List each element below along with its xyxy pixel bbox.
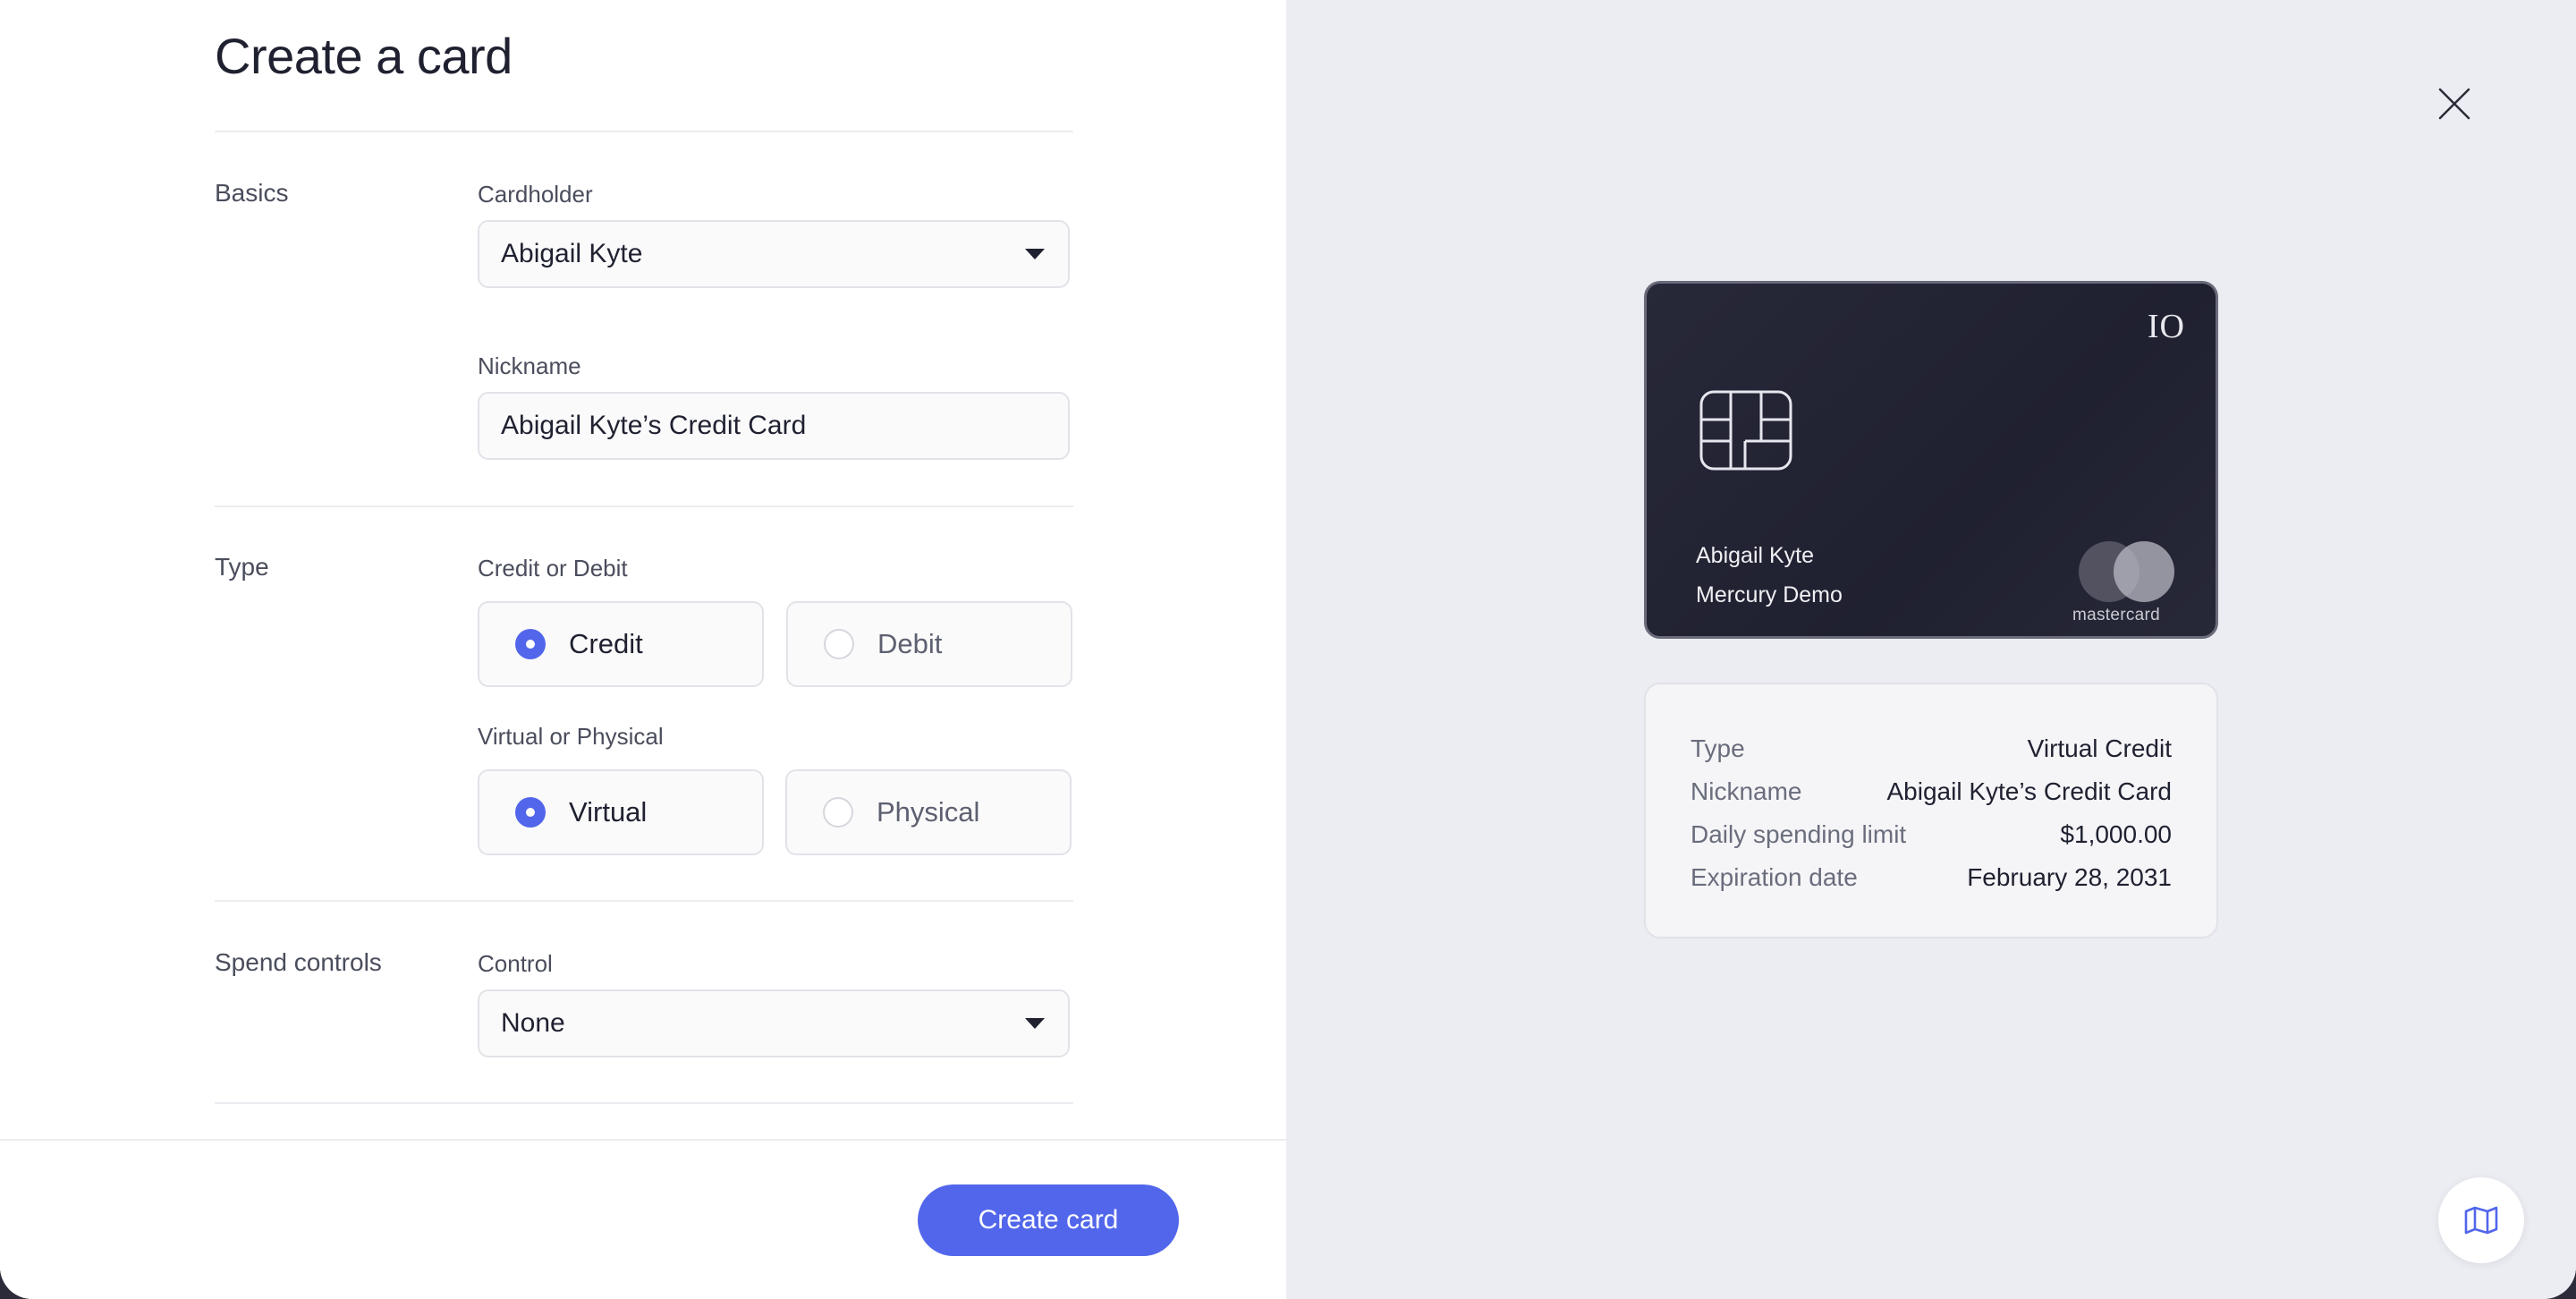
divider <box>215 131 1073 132</box>
cardholder-value: Abigail Kyte <box>501 239 643 268</box>
caret-down-icon <box>1025 1018 1045 1029</box>
create-card-modal: Create a card Basics Cardholder Abigail … <box>0 0 2576 1299</box>
map-icon <box>2464 1206 2498 1235</box>
radio-selected-icon <box>515 797 546 828</box>
virtual-option-label: Virtual <box>569 796 648 828</box>
summary-key: Nickname <box>1690 777 1802 805</box>
virtual-physical-label: Virtual or Physical <box>478 723 664 750</box>
cardholder-select[interactable]: Abigail Kyte <box>478 220 1070 288</box>
physical-option[interactable]: Physical <box>785 769 1072 855</box>
control-label: Control <box>478 950 553 977</box>
card-logo: IO <box>2147 308 2185 345</box>
summary-row-nickname: Nickname Abigail Kyte’s Credit Card <box>1690 770 2172 813</box>
section-label-type: Type <box>215 553 269 581</box>
card-preview: IO Abigail Kyte Mercury Demo mastercard <box>1644 281 2218 639</box>
summary-row-expiration: Expiration date February 28, 2031 <box>1690 856 2172 899</box>
card-summary: Type Virtual Credit Nickname Abigail Kyt… <box>1644 683 2218 938</box>
summary-row-daily-limit: Daily spending limit $1,000.00 <box>1690 813 2172 856</box>
summary-row-type: Type Virtual Credit <box>1690 727 2172 770</box>
section-label-spend-controls: Spend controls <box>215 948 382 976</box>
summary-key: Daily spending limit <box>1690 820 1907 848</box>
section-label-basics: Basics <box>215 179 289 207</box>
preview-panel <box>1286 0 2576 1299</box>
divider <box>215 900 1073 902</box>
physical-option-label: Physical <box>877 796 980 828</box>
summary-key: Type <box>1690 734 1745 762</box>
summary-value: February 28, 2031 <box>1967 863 2172 891</box>
page-title: Create a card <box>215 28 513 84</box>
caret-down-icon <box>1025 249 1045 259</box>
debit-option-label: Debit <box>877 628 943 659</box>
close-icon[interactable] <box>2436 86 2472 122</box>
summary-key: Expiration date <box>1690 863 1858 891</box>
map-button[interactable] <box>2438 1177 2524 1263</box>
create-card-button[interactable]: Create card <box>918 1184 1179 1256</box>
summary-value: Abigail Kyte’s Credit Card <box>1886 777 2172 805</box>
radio-unselected-icon <box>823 797 853 828</box>
divider <box>215 505 1073 507</box>
divider <box>215 1102 1073 1104</box>
radio-unselected-icon <box>824 629 854 659</box>
debit-option[interactable]: Debit <box>786 601 1072 687</box>
form-panel: Create a card Basics Cardholder Abigail … <box>0 0 1286 1299</box>
card-holder-name: Abigail Kyte <box>1696 543 1815 568</box>
cardholder-label: Cardholder <box>478 181 593 208</box>
virtual-option[interactable]: Virtual <box>478 769 764 855</box>
nickname-input[interactable]: Abigail Kyte’s Credit Card <box>478 392 1070 460</box>
chip-icon <box>1699 390 1792 471</box>
control-select[interactable]: None <box>478 989 1070 1057</box>
radio-selected-icon <box>515 629 546 659</box>
summary-value: Virtual Credit <box>2027 734 2172 762</box>
card-network: mastercard <box>2072 606 2161 624</box>
credit-option-label: Credit <box>569 628 643 659</box>
credit-debit-label: Credit or Debit <box>478 555 628 582</box>
summary-value: $1,000.00 <box>2060 820 2172 848</box>
nickname-value: Abigail Kyte’s Credit Card <box>501 411 807 440</box>
card-company: Mercury Demo <box>1696 582 1843 607</box>
control-value: None <box>501 1008 565 1038</box>
credit-option[interactable]: Credit <box>478 601 764 687</box>
nickname-label: Nickname <box>478 352 581 379</box>
